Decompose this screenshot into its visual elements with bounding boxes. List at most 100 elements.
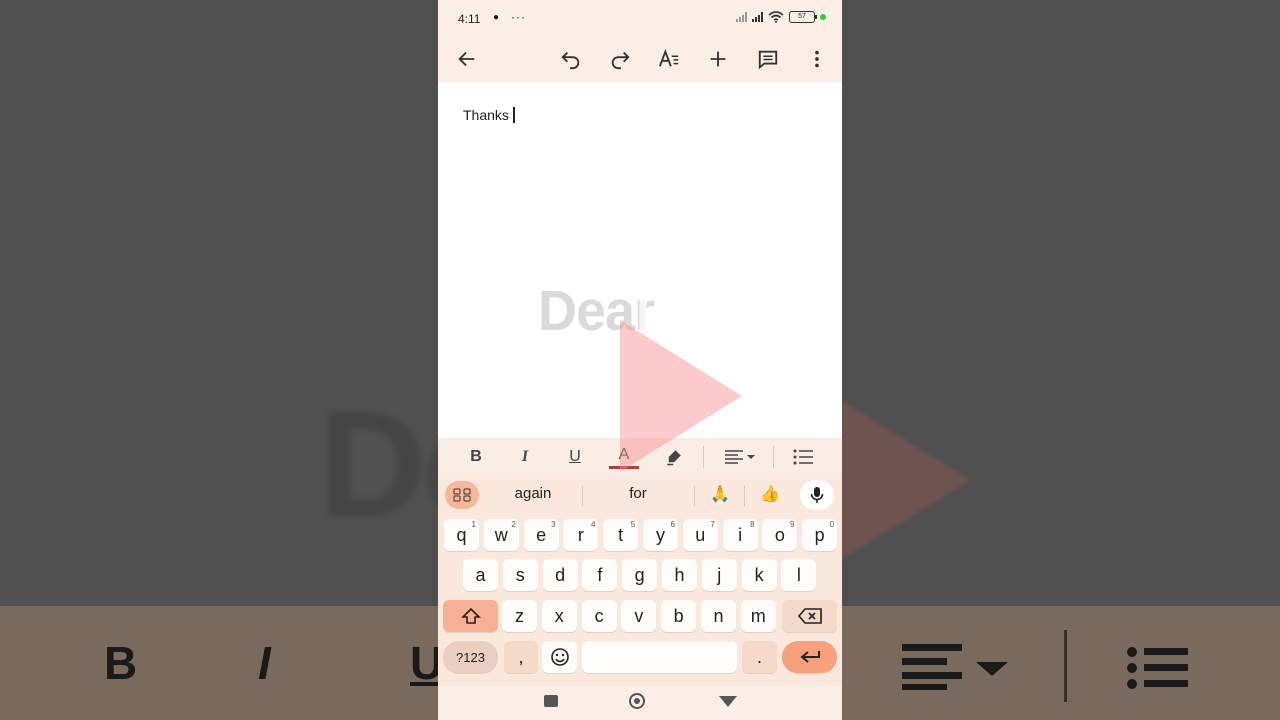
key-q[interactable]: q1 [444,519,479,551]
comment-icon[interactable] [751,42,785,76]
navigation-bar [438,686,842,720]
key-number-hint: 8 [750,520,755,529]
document-text[interactable]: Thanks [463,107,515,123]
key-n[interactable]: n [701,600,736,632]
key-number-hint: 1 [471,520,476,529]
background-italic-label: I [258,637,271,689]
list-icon[interactable] [788,444,818,470]
enter-key[interactable] [782,641,837,673]
more-vert-icon[interactable] [800,42,834,76]
background-align-icon [902,644,1008,690]
suggestion-divider [744,486,745,506]
key-m[interactable]: m [740,600,776,632]
key-number-hint: 5 [630,520,636,529]
key-letter: y [656,524,665,545]
suggestion-emoji[interactable]: 👍 [760,484,780,504]
key-f[interactable]: f [582,559,618,591]
key-letter: p [814,524,825,545]
key-v[interactable]: v [621,600,657,632]
suggestion-strip: again for 🙏 👍 [438,476,842,514]
background-play-icon [840,400,970,560]
text-format-icon[interactable] [652,42,686,76]
key-r[interactable]: r4 [563,519,599,551]
chat-icon: ● [493,12,500,23]
key-number-hint: 6 [670,520,675,529]
key-l[interactable]: l [781,559,817,591]
key-u[interactable]: u7 [682,519,718,551]
key-letter: i [738,524,743,545]
key-number-hint: 9 [789,520,795,529]
comma-key[interactable]: , [504,641,538,673]
suggestion-emoji[interactable]: 🙏 [710,484,730,504]
watermark-play-icon [620,320,742,472]
symbols-key[interactable]: ?123 [443,641,498,673]
key-b[interactable]: b [661,600,697,632]
background-bold-label: B [104,637,138,689]
key-t[interactable]: t5 [603,519,639,551]
emoji-key[interactable] [542,641,577,673]
background-divider [1064,630,1067,702]
bold-button[interactable]: B [461,444,491,470]
format-divider [773,446,774,468]
back-arrow-icon[interactable] [450,42,484,76]
underline-button[interactable]: U [560,444,590,470]
key-o[interactable]: o9 [762,519,798,551]
key-w[interactable]: w2 [483,519,519,551]
key-j[interactable]: j [701,559,737,591]
key-h[interactable]: h [662,559,697,591]
suggestion-divider [694,486,695,506]
key-i[interactable]: i8 [722,519,758,551]
shift-icon [460,607,481,624]
add-icon[interactable] [701,42,735,76]
redo-icon[interactable] [603,42,637,76]
key-g[interactable]: g [622,559,658,591]
shift-key[interactable] [443,600,498,632]
home-icon[interactable] [629,693,645,709]
signal-icon [752,12,763,22]
space-key[interactable] [582,641,737,673]
suggestion-word[interactable]: again [493,485,573,502]
key-c[interactable]: c [581,600,617,632]
wifi-icon [768,11,784,23]
key-s[interactable]: s [502,559,538,591]
key-x[interactable]: x [541,600,577,632]
key-z[interactable]: z [502,600,537,632]
docs-toolbar [438,36,842,82]
key-number-hint: 2 [511,520,516,529]
recents-icon[interactable] [544,695,558,707]
key-p[interactable]: p0 [802,519,838,551]
key-number-hint: 0 [829,520,835,529]
backspace-icon [797,608,822,624]
key-k[interactable]: k [741,559,777,591]
key-letter: t [618,524,624,545]
undo-icon[interactable] [554,42,588,76]
key-letter: e [536,524,547,545]
key-number-hint: 7 [710,520,715,529]
key-number-hint: 4 [590,520,596,529]
watermark-pc: PC [636,285,706,341]
background-list-icon [1127,647,1188,689]
status-more: ··· [511,10,526,24]
keyboard: again for 🙏 👍 q1w2e3r4t5y6u7i8o9p0asdfgh… [438,476,842,686]
back-nav-icon[interactable] [719,696,737,707]
mic-icon[interactable] [800,480,834,510]
key-y[interactable]: y6 [643,519,678,551]
suggestion-word[interactable]: for [598,485,678,502]
key-number-hint: 3 [551,520,556,529]
key-a[interactable]: a [463,559,498,591]
apps-grid-icon[interactable] [445,481,479,509]
battery-icon: 57 [789,11,817,23]
key-d[interactable]: d [542,559,578,591]
signal-icon [736,12,747,22]
document-text-content: Thanks [463,107,509,123]
enter-icon [799,651,820,663]
period-key[interactable]: . [742,641,777,673]
italic-button[interactable]: I [510,444,540,470]
backspace-key[interactable] [782,600,837,632]
key-e[interactable]: e3 [523,519,559,551]
key-letter: o [774,524,785,545]
key-letter: q [456,524,467,545]
status-indicators: 57 [736,11,826,23]
emoji-icon [550,648,569,666]
suggestion-divider [582,486,583,506]
